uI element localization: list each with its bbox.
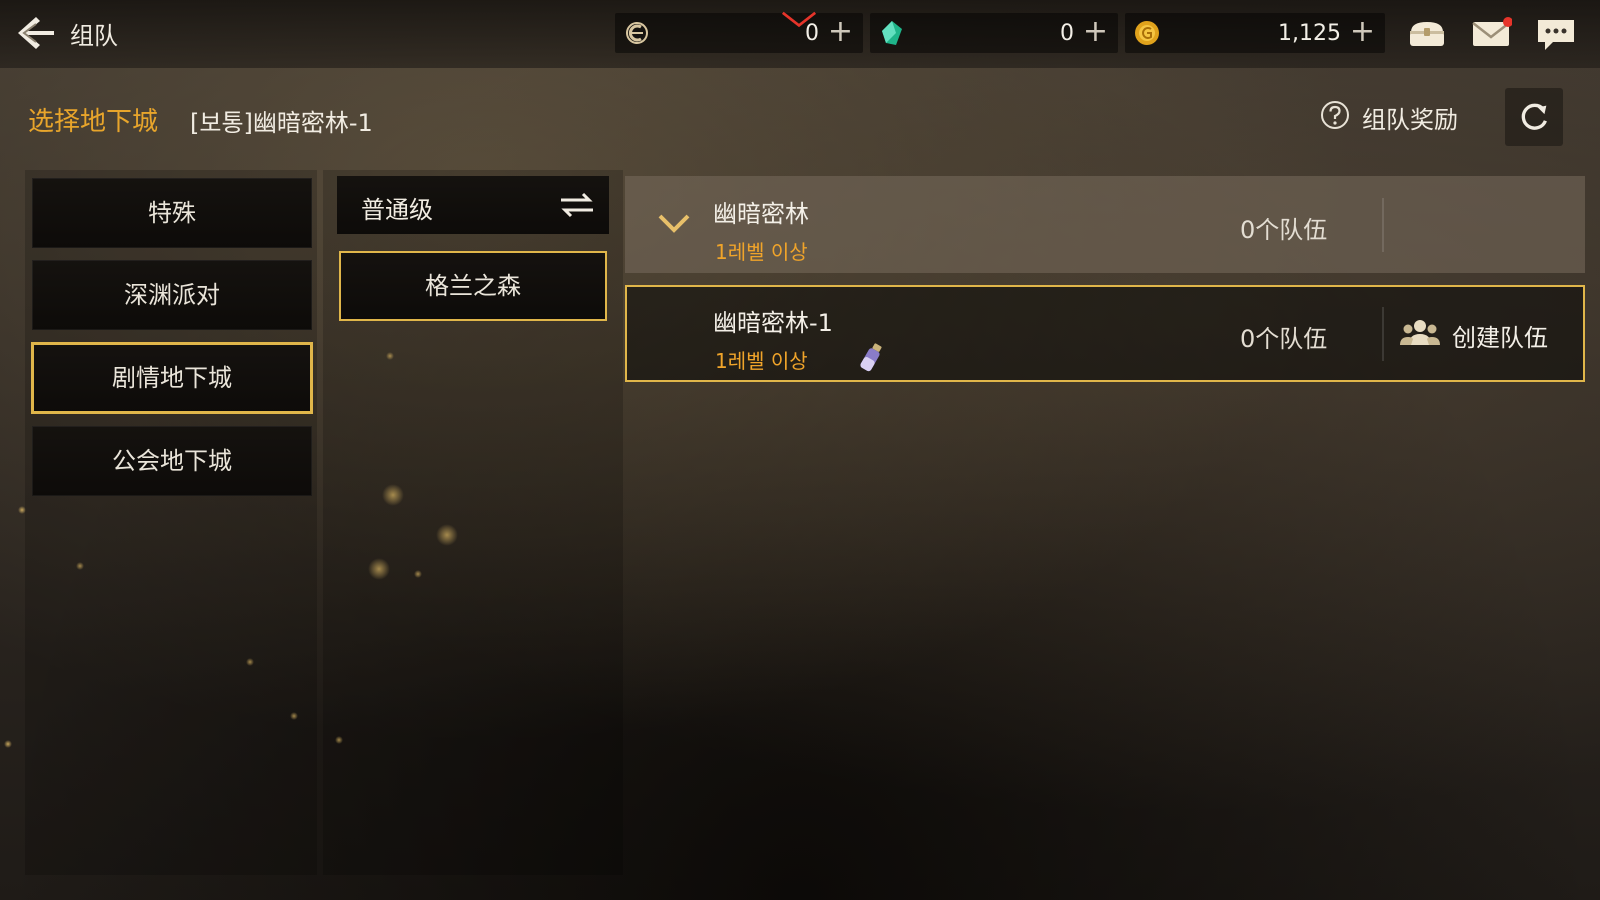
add-currency-button[interactable]: + xyxy=(1350,16,1375,48)
firefly-light xyxy=(4,740,12,748)
dungeon-level-requirement: 1레벨 이상 xyxy=(715,240,808,264)
currency-value: 1,125 xyxy=(1278,21,1341,46)
chat-icon[interactable] xyxy=(1535,14,1577,54)
currency-gold: 1,125 + xyxy=(1125,13,1385,53)
add-currency-button[interactable]: + xyxy=(1083,16,1108,48)
select-dungeon-label: 选择地下城 xyxy=(28,107,159,137)
back-arrow-icon[interactable] xyxy=(14,14,56,52)
category-abyss-party[interactable]: 深渊派对 xyxy=(32,260,312,330)
divider xyxy=(1382,198,1384,252)
dungeon-level-requirement: 1레벨 이상 xyxy=(715,349,808,373)
add-currency-button[interactable]: + xyxy=(828,16,853,48)
chevron-down-icon xyxy=(658,214,690,233)
gold-coin-icon xyxy=(1135,21,1159,45)
area-grand-forest[interactable]: 格兰之森 xyxy=(339,251,607,321)
difficulty-selector[interactable]: 普通级 xyxy=(337,176,609,234)
category-story-dungeon[interactable]: 剧情地下城 xyxy=(32,343,312,413)
question-icon xyxy=(1321,101,1349,129)
potion-icon xyxy=(860,343,882,372)
currency-value: 0 xyxy=(805,21,819,46)
mail-icon[interactable] xyxy=(1470,14,1512,54)
selected-dungeon-name: [보통]幽暗密林-1 xyxy=(190,109,373,137)
currency-moon-coin: 0 + xyxy=(615,11,863,53)
create-team-label: 创建队伍 xyxy=(1452,324,1548,352)
difficulty-label: 普通级 xyxy=(361,196,433,224)
category-guild-dungeon[interactable]: 公会地下城 xyxy=(32,426,312,496)
category-special[interactable]: 特殊 xyxy=(32,178,312,248)
top-bar: 组队 0 + 0 + 1,125 + xyxy=(0,0,1600,68)
page-title: 组队 xyxy=(70,22,118,50)
team-reward-label: 组队奖励 xyxy=(1362,106,1458,134)
green-gem-icon xyxy=(882,21,902,45)
dungeon-group-row[interactable]: 幽暗密林 1레벨 이상 0个队伍 xyxy=(625,176,1585,273)
swap-arrows-icon xyxy=(561,192,593,218)
people-group-icon xyxy=(1400,320,1440,345)
dungeon-row-selected[interactable]: 幽暗密林-1 1레벨 이상 0个队伍 创建队伍 xyxy=(625,285,1585,382)
dungeon-name: 幽暗密林-1 xyxy=(713,309,833,337)
currency-green-gem: 0 + xyxy=(870,13,1118,53)
divider xyxy=(1382,307,1384,361)
currency-value: 0 xyxy=(1060,21,1074,46)
treasure-chest-icon[interactable] xyxy=(1406,14,1448,54)
team-count: 0个队伍 xyxy=(1240,216,1328,244)
refresh-icon xyxy=(1521,103,1547,130)
moon-coin-icon xyxy=(626,22,648,44)
team-count: 0个队伍 xyxy=(1240,325,1328,353)
refresh-button[interactable] xyxy=(1505,88,1563,146)
dungeon-name: 幽暗密林 xyxy=(713,200,809,228)
